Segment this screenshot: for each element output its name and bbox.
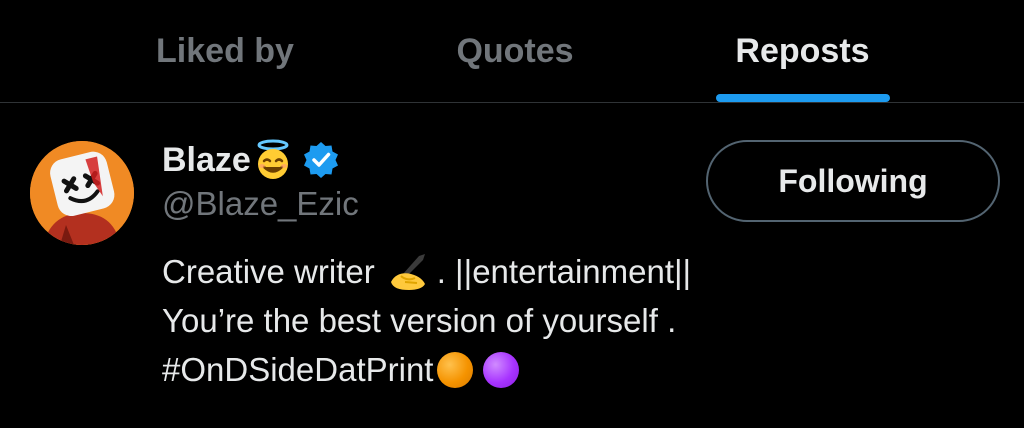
smiling-face-with-halo-icon <box>257 139 289 179</box>
tab-liked-by[interactable]: Liked by <box>80 0 370 102</box>
bio-text: . ||entertainment|| <box>436 253 692 290</box>
marshmello-avatar-icon <box>30 141 134 245</box>
bio-hashtag[interactable]: #OnDSideDatPrint <box>162 345 433 394</box>
tab-quotes[interactable]: Quotes <box>370 0 660 102</box>
tab-reposts[interactable]: Reposts <box>660 0 945 102</box>
tab-bar: Liked by Quotes Reposts <box>0 0 1024 103</box>
bio-text: Creative writer <box>162 253 375 290</box>
display-name[interactable]: Blaze <box>162 141 251 180</box>
writing-hand-icon <box>390 253 425 290</box>
user-bio: Creative writer . ||entertainment|| You’… <box>162 247 982 394</box>
active-tab-indicator <box>716 94 890 102</box>
avatar[interactable] <box>30 141 134 245</box>
bio-line-2: You’re the best version of yourself . <box>162 296 982 345</box>
user-list-item[interactable]: Blaze @Blaze_Ezic Following Creative wri… <box>0 103 1024 428</box>
purple-circle-icon <box>483 351 520 388</box>
orange-circle-icon <box>437 351 474 388</box>
bio-text: You’re the best version of yourself . <box>162 302 677 339</box>
following-button[interactable]: Following <box>706 140 1000 222</box>
user-handle[interactable]: @Blaze_Ezic <box>162 185 359 223</box>
name-line: Blaze <box>162 135 339 185</box>
bio-line-3: #OnDSideDatPrint <box>162 345 982 394</box>
bio-line-1: Creative writer . ||entertainment|| <box>162 247 982 296</box>
verified-badge-icon[interactable] <box>303 142 339 178</box>
